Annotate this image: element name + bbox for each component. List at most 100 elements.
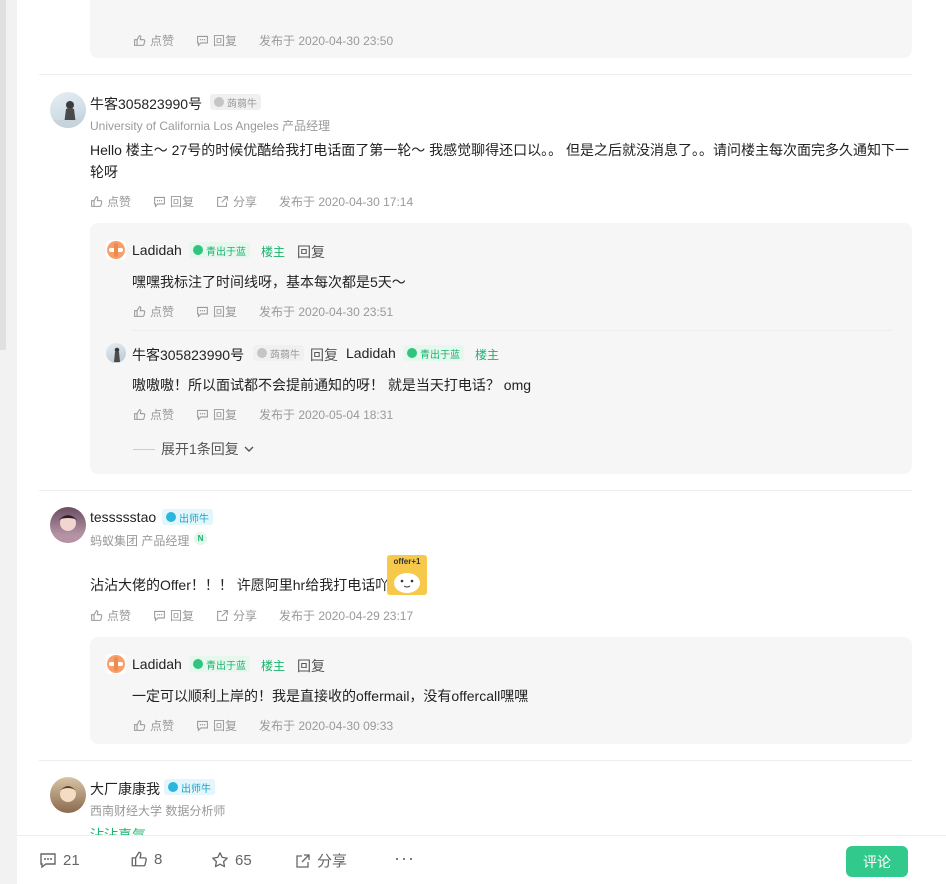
reply-label: 回复 xyxy=(170,609,195,623)
share-label: 分享 xyxy=(233,609,258,623)
share-icon xyxy=(217,196,228,207)
more-icon[interactable]: ··· xyxy=(394,848,415,869)
avatar-image xyxy=(59,786,77,802)
reply-button[interactable]: 回复 xyxy=(196,303,237,320)
reply-actions: 点赞 回复 发布于 2020-04-30 09:33 xyxy=(133,717,393,734)
thumb-up-icon xyxy=(91,196,103,207)
ladidah-avatar[interactable] xyxy=(106,654,126,674)
like-button[interactable]: 点赞 xyxy=(133,303,174,320)
timestamp: 发布于 2020-04-30 09:33 xyxy=(259,719,394,733)
reply-label: 回复 xyxy=(213,305,238,319)
reply-label: 回复 xyxy=(213,34,238,48)
share-button[interactable]: 分享 xyxy=(216,193,257,210)
badge-label: 青出于蓝 xyxy=(206,246,246,258)
user-badge: 出师牛 xyxy=(162,509,213,527)
reply-bubble-icon xyxy=(197,35,208,47)
author-tag: 楼主 xyxy=(475,348,500,362)
timestamp: 发布于 2020-04-30 17:14 xyxy=(279,195,414,209)
divider xyxy=(39,490,912,491)
user-subtitle: 蚂蚁集团 产品经理 xyxy=(90,534,190,548)
user-subtitle: University of California Los Angeles 产品经… xyxy=(90,119,331,133)
reply-button[interactable]: 回复 xyxy=(196,717,237,734)
badge-label: 蒟蒻牛 xyxy=(270,349,300,361)
like-label: 点赞 xyxy=(107,195,132,209)
comment-button[interactable]: 评论 xyxy=(846,846,908,877)
badge-label: 出师牛 xyxy=(181,783,211,795)
comment-count-button[interactable]: 21 xyxy=(39,851,80,869)
scrollbar[interactable] xyxy=(0,0,6,350)
badge-label: 青出于蓝 xyxy=(206,660,246,672)
share-icon xyxy=(217,610,228,621)
like-button[interactable]: 点赞 xyxy=(133,717,174,734)
comment-content: Hello 楼主～ 27号的时候优酷给我打电话面了第一轮～ 我感觉聊得还口以。。… xyxy=(90,142,910,180)
username[interactable]: Ladidah xyxy=(132,656,182,672)
share-button[interactable]: 分享 xyxy=(295,850,347,871)
reply-target-username[interactable]: Ladidah xyxy=(346,345,396,361)
target-badge: 青出于蓝 xyxy=(403,345,464,363)
avatar[interactable] xyxy=(50,92,86,128)
like-label: 点赞 xyxy=(150,719,175,733)
reply-button[interactable]: 回复 xyxy=(153,607,194,624)
avatar[interactable] xyxy=(50,777,86,813)
orange-logo-icon xyxy=(107,241,125,259)
reply-button[interactable]: 回复 xyxy=(196,32,237,49)
username[interactable]: 牛客305823990号 xyxy=(90,94,202,114)
timestamp: 发布于 2020-04-29 23:17 xyxy=(279,609,414,623)
divider xyxy=(39,760,912,761)
author-tag: 楼主 xyxy=(261,659,286,673)
reply-label: 回复 xyxy=(213,719,238,733)
share-button[interactable]: 分享 xyxy=(216,607,257,624)
like-button[interactable]: 点赞 xyxy=(133,32,174,49)
like-count-button[interactable]: 8 xyxy=(130,850,162,868)
author-tag: 楼主 xyxy=(261,245,286,259)
divider xyxy=(39,74,912,75)
thumb-up-icon xyxy=(134,409,146,420)
username[interactable]: 牛客305823990号 xyxy=(132,345,244,365)
reply-content: 一定可以顺利上岸的！我是直接收的offermail，没有offercall嘿嘿 xyxy=(132,688,529,704)
reply-bubble-icon xyxy=(154,196,165,208)
thumb-up-icon xyxy=(131,851,147,867)
thumb-up-icon xyxy=(134,35,146,46)
orange-logo-icon xyxy=(107,655,125,673)
username[interactable]: Ladidah xyxy=(132,242,182,258)
avatar[interactable] xyxy=(50,507,86,543)
expand-label: 展开1条回复 xyxy=(161,441,239,457)
reply-word: 回复 xyxy=(297,244,325,260)
share-label: 分享 xyxy=(317,853,348,870)
user-badge: 蒟蒻牛 xyxy=(253,345,304,363)
star-count-button[interactable]: 65 xyxy=(211,851,252,869)
like-label: 点赞 xyxy=(107,609,132,623)
badge-label: 青出于蓝 xyxy=(420,349,460,361)
badge-label: 蒟蒻牛 xyxy=(227,98,257,110)
expand-line xyxy=(133,448,155,450)
username[interactable]: 大厂康康我 xyxy=(90,779,160,799)
reply-word: 回复 xyxy=(310,347,338,363)
user-badge: 青出于蓝 xyxy=(189,242,250,260)
ladidah-avatar[interactable] xyxy=(106,240,126,260)
user-badge: 蒟蒻牛 xyxy=(210,94,261,112)
like-label: 点赞 xyxy=(150,305,175,319)
share-label: 分享 xyxy=(233,195,258,209)
like-button[interactable]: 点赞 xyxy=(90,193,131,210)
reply-bubble-icon xyxy=(197,720,208,732)
reply-box xyxy=(90,0,912,58)
reply-bubble-icon xyxy=(197,306,208,318)
avatar-image xyxy=(50,101,86,128)
timestamp: 发布于 2020-05-04 18:31 xyxy=(259,408,394,422)
avatar[interactable] xyxy=(106,343,126,363)
username[interactable]: tessssstao xyxy=(90,509,156,525)
like-button[interactable]: 点赞 xyxy=(133,406,174,423)
reply-bubble-icon xyxy=(154,610,165,622)
reply-word: 回复 xyxy=(297,658,325,674)
like-button[interactable]: 点赞 xyxy=(90,607,131,624)
reply-button[interactable]: 回复 xyxy=(153,193,194,210)
comment-icon xyxy=(40,853,56,869)
expand-replies-button[interactable]: 展开1条回复 xyxy=(133,439,255,459)
thumb-up-icon xyxy=(134,720,146,731)
top-reply-actions: 点赞 回复 发布于 2020-04-30 23:50 xyxy=(133,32,393,49)
reply-button[interactable]: 回复 xyxy=(196,406,237,423)
divider xyxy=(132,330,892,331)
star-count: 65 xyxy=(235,851,252,869)
like-count: 8 xyxy=(154,850,163,868)
star-icon xyxy=(212,852,228,868)
